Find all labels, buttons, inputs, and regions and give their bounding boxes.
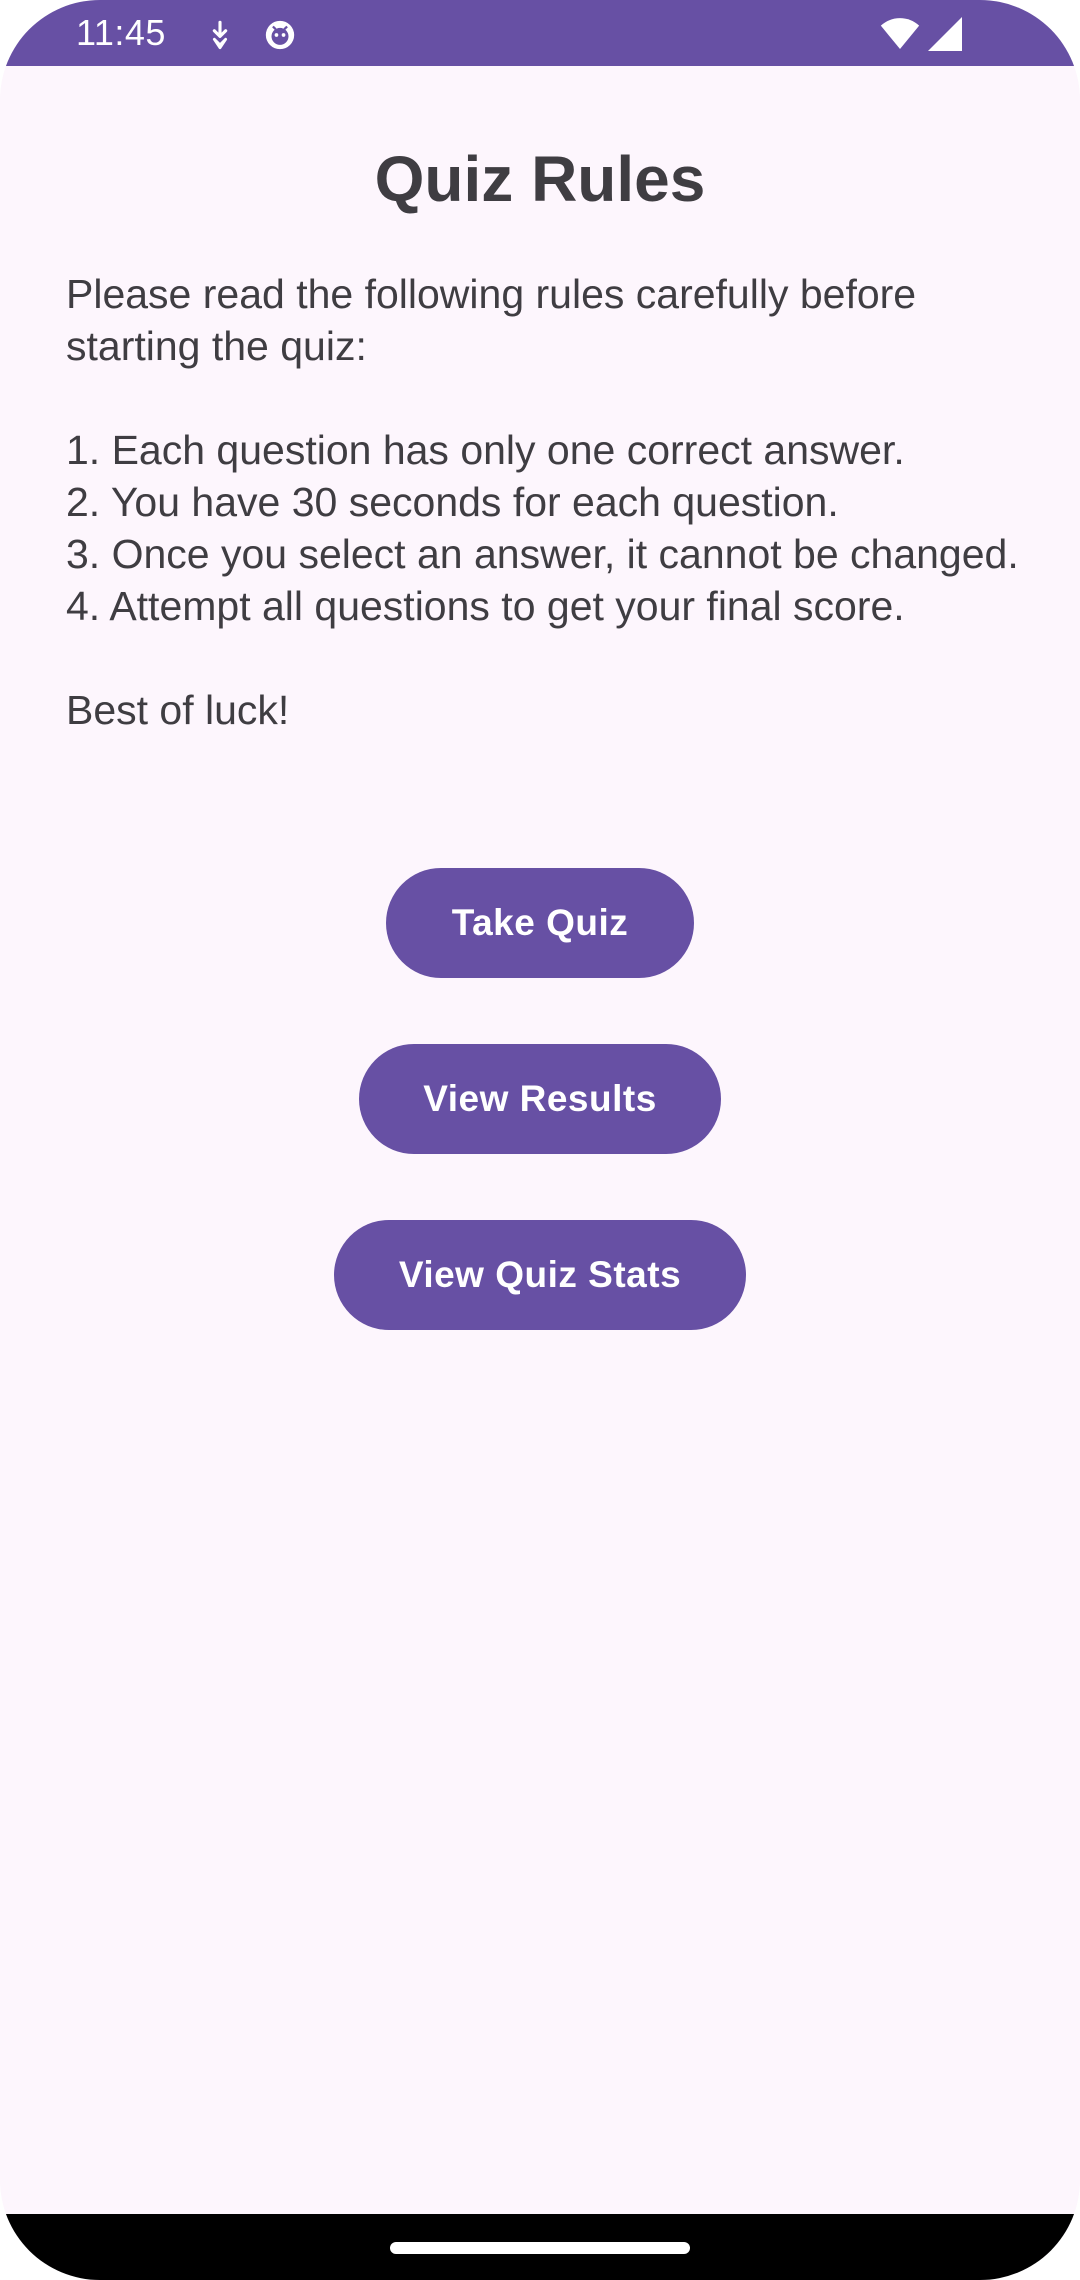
status-bar: 11:45 [0,0,1080,66]
navigation-bar [0,2214,1080,2280]
download-icon [203,18,237,52]
page-title: Quiz Rules [374,143,706,215]
view-results-button[interactable]: View Results [359,1044,721,1154]
app-screen: 11:45 Quiz Rules Please read the followi… [0,0,1080,2280]
status-time: 11:45 [76,12,166,53]
rules-text: Please read the following rules carefull… [66,271,1019,733]
cellular-signal-icon [928,16,962,52]
app-notification-icon [263,18,297,52]
wifi-icon [880,16,920,52]
home-indicator[interactable] [390,2242,690,2254]
view-quiz-stats-button[interactable]: View Quiz Stats [334,1220,746,1330]
take-quiz-button[interactable]: Take Quiz [386,868,694,978]
